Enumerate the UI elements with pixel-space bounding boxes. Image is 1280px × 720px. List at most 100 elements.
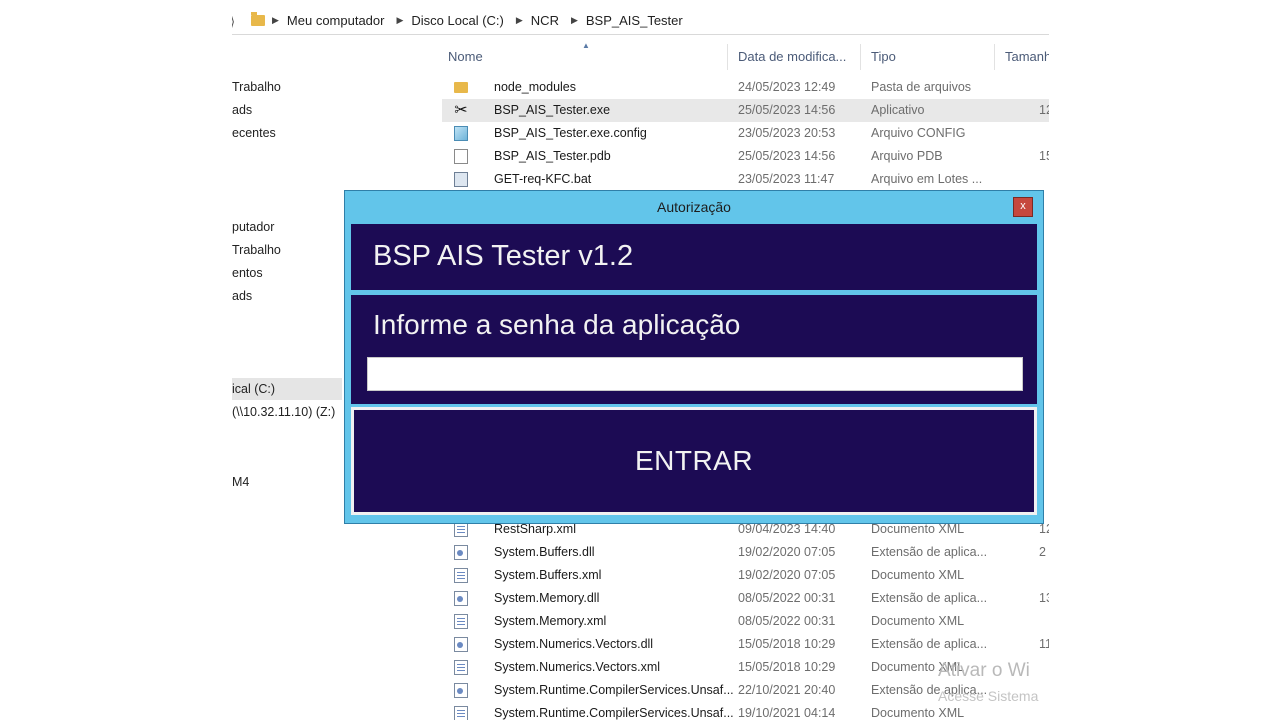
nav-item[interactable]: Trabalho (232, 243, 281, 257)
file-date: 25/05/2023 14:56 (738, 149, 836, 163)
file-row[interactable]: System.Buffers.xml 19/02/2020 07:05 Docume… (442, 564, 1049, 587)
file-type: Extensão de aplica... (871, 591, 988, 605)
file-type: Arquivo PDB (871, 149, 943, 163)
nav-item[interactable]: M4 (232, 475, 249, 489)
file-row[interactable]: BSP_AIS_Tester.exe.config 23/05/2023 20:5… (442, 122, 1049, 145)
document-icon (454, 149, 468, 164)
address-bar[interactable]: ⟩ ▶ Meu computador ▶ Disco Local (C:) ▶ … (232, 6, 1049, 35)
file-name: GET-req-KFC.bat (494, 172, 592, 186)
chevron-right-icon: ▶ (570, 15, 578, 25)
app-title: BSP AIS Tester v1.2 (373, 240, 634, 272)
file-date: 15/05/2018 10:29 (738, 660, 836, 674)
file-date: 19/10/2021 04:14 (738, 706, 836, 720)
breadcrumb-item[interactable]: NCR (531, 13, 559, 28)
file-type: Aplicativo (871, 103, 925, 117)
breadcrumb: ▶ Meu computador ▶ Disco Local (C:) ▶ NC… (272, 13, 695, 28)
nav-item[interactable]: putador (232, 220, 274, 234)
batch-file-icon (454, 172, 468, 187)
dll-file-icon (454, 637, 468, 652)
xml-file-icon (454, 706, 468, 720)
file-name: System.Runtime.CompilerServices.Unsaf... (494, 683, 734, 697)
file-date: 19/02/2020 07:05 (738, 568, 836, 582)
file-date: 23/05/2023 20:53 (738, 126, 836, 140)
navigation-pane: Trabalho ads ecentes putador Trabalho en… (232, 70, 342, 720)
file-type: Arquivo em Lotes ... (871, 172, 983, 186)
file-name: System.Memory.dll (494, 591, 600, 605)
file-date: 23/05/2023 11:47 (738, 172, 835, 186)
dll-file-icon (454, 591, 468, 606)
close-button[interactable]: x (1013, 197, 1033, 217)
chevron-right-icon: ▶ (272, 15, 279, 25)
file-name: BSP_AIS_Tester.exe.config (494, 126, 647, 140)
xml-file-icon (454, 568, 468, 583)
column-header-type[interactable]: Tipo (865, 44, 995, 70)
nav-item[interactable]: Trabalho (232, 80, 281, 94)
file-type: Pasta de arquivos (871, 80, 972, 94)
file-size: 11 (1039, 637, 1049, 651)
file-date: 19/02/2020 07:05 (738, 545, 836, 559)
config-file-icon (454, 126, 468, 141)
enter-button[interactable]: ENTRAR (351, 407, 1037, 515)
column-headers: Nome Data de modifica... Tipo Tamanh (442, 44, 1049, 70)
file-name: System.Runtime.CompilerServices.Unsaf... (494, 706, 734, 720)
app-header-panel: BSP AIS Tester v1.2 (351, 224, 1037, 290)
nav-item[interactable]: entos (232, 266, 263, 280)
file-row[interactable]: System.Runtime.CompilerServices.Unsaf...… (442, 702, 1049, 720)
file-name: System.Numerics.Vectors.xml (494, 660, 661, 674)
dll-file-icon (454, 545, 468, 560)
password-panel: Informe a senha da aplicação (351, 295, 1037, 404)
password-prompt: Informe a senha da aplicação (373, 309, 741, 340)
nav-item-network-drive[interactable]: (\\10.32.11.10) (Z:) (232, 405, 335, 419)
file-row[interactable]: System.Numerics.Vectors.dll 15/05/2018 10… (442, 633, 1049, 656)
nav-item[interactable]: ecentes (232, 126, 276, 140)
file-row[interactable]: System.Memory.dll 08/05/2022 00:31 Extensã… (442, 587, 1049, 610)
nav-chevron-icon[interactable]: ⟩ (232, 14, 235, 30)
file-row[interactable]: System.Memory.xml 08/05/2022 00:31 Documen… (442, 610, 1049, 633)
xml-file-icon (454, 614, 468, 629)
file-row[interactable]: System.Buffers.dll 19/02/2020 07:05 Extens… (442, 541, 1049, 564)
file-name: System.Buffers.dll (494, 545, 595, 559)
password-input[interactable] (367, 357, 1023, 391)
file-size: 13 (1039, 591, 1049, 605)
enter-button-label: ENTRAR (634, 445, 754, 476)
file-type: Extensão de aplica... (871, 545, 988, 559)
nav-item[interactable]: ads (232, 289, 252, 303)
chevron-right-icon: ▶ (396, 15, 404, 25)
breadcrumb-item[interactable]: Meu computador (287, 13, 385, 28)
file-name: node_modules (494, 80, 577, 94)
exe-tools-icon: ✂ (454, 102, 468, 119)
file-name: System.Numerics.Vectors.dll (494, 637, 654, 651)
file-size: 12 (1039, 103, 1049, 117)
breadcrumb-item[interactable]: Disco Local (C:) (411, 13, 503, 28)
file-date: 25/05/2023 14:56 (738, 103, 836, 117)
file-row[interactable]: BSP_AIS_Tester.pdb 25/05/2023 14:56 Arquiv… (442, 145, 1049, 168)
xml-file-icon (454, 522, 468, 537)
file-row[interactable]: GET-req-KFC.bat 23/05/2023 11:47 Arquivo e… (442, 168, 1049, 191)
activation-watermark: Ativar o Wi (938, 660, 1030, 681)
file-row[interactable]: node_modules 24/05/2023 12:49 Pasta de arq… (442, 76, 1049, 99)
file-size: 15 (1039, 149, 1049, 163)
file-date: 22/10/2021 20:40 (738, 683, 836, 697)
file-name: BSP_AIS_Tester.exe (494, 103, 611, 117)
nav-item[interactable]: ads (232, 103, 252, 117)
file-date: 15/05/2018 10:29 (738, 637, 836, 651)
file-date: 24/05/2023 12:49 (738, 80, 836, 94)
folder-icon (454, 82, 468, 93)
nav-item-drive-c[interactable]: ical (C:) (232, 382, 275, 396)
file-type: Arquivo CONFIG (871, 126, 966, 140)
file-row[interactable]: ✂ BSP_AIS_Tester.exe 25/05/2023 14:56 Aplic… (442, 99, 1049, 122)
file-name: BSP_AIS_Tester.pdb (494, 149, 611, 163)
file-type: Documento XML (871, 706, 965, 720)
column-header-size[interactable]: Tamanh (999, 44, 1049, 70)
column-header-date[interactable]: Data de modifica... (732, 44, 861, 70)
file-size: 2 (1039, 545, 1046, 559)
chevron-right-icon: ▶ (515, 15, 523, 25)
file-name: System.Memory.xml (494, 614, 607, 628)
file-type: Documento XML (871, 568, 965, 582)
breadcrumb-item[interactable]: BSP_AIS_Tester (586, 13, 683, 28)
file-name: System.Buffers.xml (494, 568, 602, 582)
column-header-name[interactable]: Nome (442, 44, 728, 70)
dll-file-icon (454, 683, 468, 698)
folder-icon (251, 12, 265, 26)
file-date: 08/05/2022 00:31 (738, 591, 836, 605)
